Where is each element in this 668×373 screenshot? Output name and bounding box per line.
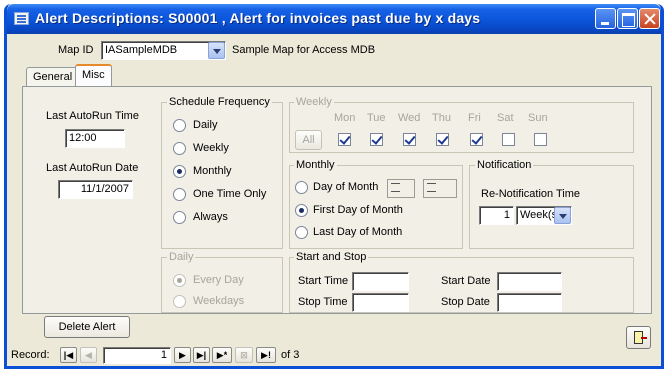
last-autorun-date-field[interactable]: 11/1/2007	[58, 180, 133, 199]
daily-every-day-label: Every Day	[193, 274, 244, 286]
form-icon	[14, 12, 29, 25]
start-time-label: Start Time	[298, 275, 349, 287]
freq-weekly-label: Weekly	[193, 142, 229, 154]
day-sat-label: Sat	[497, 112, 514, 124]
renotification-time-label: Re-Notification Time	[481, 188, 581, 200]
day-mon-label: Mon	[334, 112, 356, 124]
freq-daily-label: Daily	[193, 119, 218, 131]
exit-door-icon	[634, 331, 647, 344]
freq-always-radio[interactable]	[173, 211, 186, 224]
stop-date-label: Stop Date	[441, 296, 490, 308]
last-autorun-date-label: Last AutoRun Date	[46, 162, 139, 174]
map-id-label: Map ID	[58, 44, 94, 56]
day-of-month-spinner[interactable]	[387, 179, 415, 198]
day-of-month-spinner-2[interactable]	[423, 179, 457, 198]
renotification-unit-dropdown-button[interactable]	[554, 207, 571, 224]
day-tue-checkbox[interactable]	[370, 133, 383, 146]
monthly-last-day-radio[interactable]	[295, 226, 308, 239]
map-description: Sample Map for Access MDB	[232, 44, 376, 56]
delete-alert-label: Delete Alert	[58, 321, 116, 333]
last-autorun-time-field[interactable]: 12:00	[65, 129, 125, 148]
last-autorun-date-value: 11/1/2007	[80, 183, 129, 195]
maximize-button[interactable]	[617, 8, 638, 29]
record-navigation-bar: Record: |◀ ◀ 1 ▶ ▶| ▶* ⊠ ▶! of 3	[7, 346, 661, 366]
day-sat-checkbox[interactable]	[502, 133, 515, 146]
weekly-all-label: All	[302, 134, 315, 146]
monthly-first-day-label: First Day of Month	[313, 204, 403, 216]
misc-tab-panel: Last AutoRun Time 12:00 Last AutoRun Dat…	[22, 86, 652, 338]
day-wed-checkbox[interactable]	[403, 133, 416, 146]
day-fri-label: Fri	[468, 112, 481, 124]
day-wed-label: Wed	[398, 112, 421, 124]
freq-weekly-radio[interactable]	[173, 142, 186, 155]
window-title: Alert Descriptions: S00001 , Alert for i…	[35, 10, 481, 26]
last-autorun-time-label: Last AutoRun Time	[46, 110, 139, 122]
day-thu-label: Thu	[432, 112, 451, 124]
title-bar[interactable]: Alert Descriptions: S00001 , Alert for i…	[7, 4, 661, 34]
daily-every-day-radio[interactable]	[173, 274, 186, 287]
monthly-label: Monthly	[294, 159, 337, 171]
freq-daily-radio[interactable]	[173, 119, 186, 132]
daily-label: Daily	[167, 251, 196, 263]
monthly-day-of-month-label: Day of Month	[313, 181, 379, 193]
delete-alert-button[interactable]: Delete Alert	[44, 316, 130, 338]
new-record-button[interactable]: ▶*	[212, 347, 232, 363]
schedule-frequency-label: Schedule Frequency	[167, 96, 272, 108]
last-autorun-time-value: 12:00	[69, 132, 97, 144]
start-time-field[interactable]	[352, 272, 409, 291]
delete-record-button[interactable]: ⊠	[235, 347, 253, 363]
renotification-value-field[interactable]: 1	[479, 206, 514, 225]
daily-weekdays-label: Weekdays	[193, 295, 245, 307]
tab-misc[interactable]: Misc	[75, 64, 112, 87]
day-fri-checkbox[interactable]	[470, 133, 483, 146]
freq-monthly-radio[interactable]	[173, 165, 186, 178]
record-number-value: 1	[160, 349, 167, 361]
map-id-dropdown-button[interactable]	[208, 42, 225, 59]
freq-always-label: Always	[193, 211, 228, 223]
daily-weekdays-radio[interactable]	[173, 295, 186, 308]
monthly-first-day-radio[interactable]	[295, 204, 308, 217]
weekly-label: Weekly	[294, 96, 334, 108]
renotification-value: 1	[503, 209, 510, 221]
monthly-day-of-month-radio[interactable]	[295, 181, 308, 194]
record-label: Record:	[11, 349, 50, 361]
day-sun-checkbox[interactable]	[534, 133, 547, 146]
next-record-button[interactable]: ▶	[174, 347, 191, 363]
last-record-button[interactable]: ▶|	[193, 347, 210, 363]
stop-date-field[interactable]	[497, 293, 562, 312]
first-record-button[interactable]: |◀	[60, 347, 77, 363]
day-sun-label: Sun	[528, 112, 548, 124]
alert-descriptions-window: Alert Descriptions: S00001 , Alert for i…	[4, 4, 664, 369]
record-number-field[interactable]: 1	[103, 347, 171, 364]
record-count-label: of 3	[281, 349, 300, 361]
stop-time-field[interactable]	[352, 293, 409, 312]
start-date-field[interactable]	[497, 272, 562, 291]
stop-time-label: Stop Time	[298, 296, 348, 308]
monthly-last-day-label: Last Day of Month	[313, 226, 403, 238]
day-mon-checkbox[interactable]	[338, 133, 351, 146]
day-tue-label: Tue	[367, 112, 386, 124]
close-button[interactable]	[639, 8, 660, 29]
previous-record-button[interactable]: ◀	[80, 347, 97, 363]
tab-misc-label: Misc	[82, 69, 105, 81]
tab-general-label: General	[33, 71, 73, 83]
tab-general[interactable]: General	[26, 67, 80, 87]
day-thu-checkbox[interactable]	[436, 133, 449, 146]
freq-one-time-label: One Time Only	[193, 188, 267, 200]
notification-label: Notification	[475, 159, 534, 171]
minimize-button[interactable]	[595, 8, 616, 29]
map-id-value: IASampleMDB	[105, 44, 178, 56]
start-date-label: Start Date	[441, 275, 491, 287]
weekly-all-button[interactable]: All	[295, 130, 322, 150]
freq-monthly-label: Monthly	[193, 165, 232, 177]
freq-one-time-radio[interactable]	[173, 188, 186, 201]
start-stop-label: Start and Stop	[294, 251, 369, 263]
find-record-button[interactable]: ▶!	[256, 347, 276, 363]
